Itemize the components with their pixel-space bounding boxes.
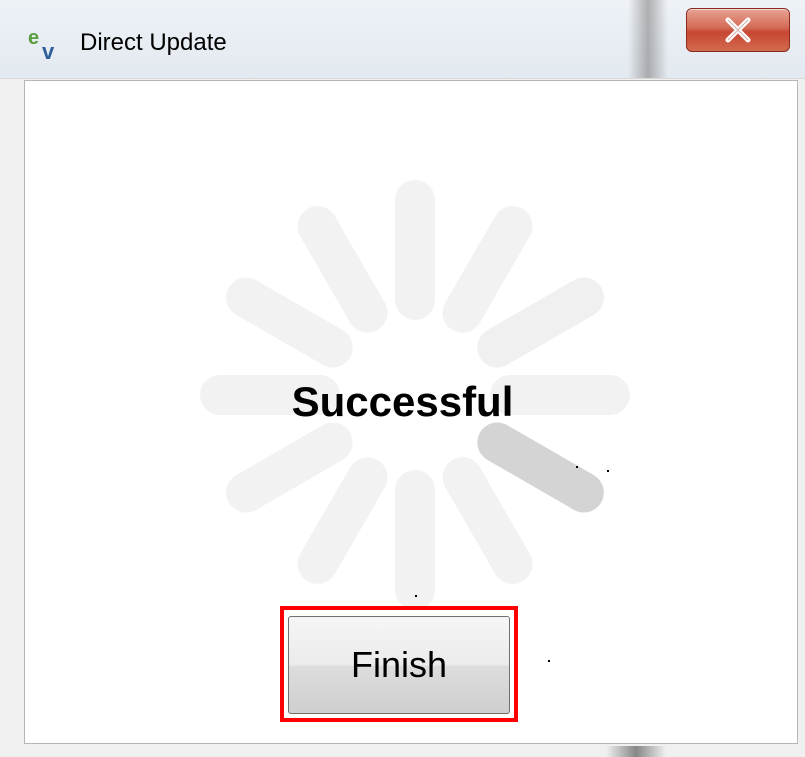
window-bottom-border: [0, 745, 805, 757]
artifact-dot: [576, 466, 578, 468]
finish-button[interactable]: Finish: [288, 616, 510, 714]
artifact-dot: [415, 595, 417, 597]
direct-update-window: e v Direct Update Successful Finish: [0, 0, 805, 757]
window-title: Direct Update: [80, 29, 227, 56]
svg-text:v: v: [42, 39, 55, 62]
bottom-shadow: [606, 746, 666, 757]
ev-logo-icon: e v: [28, 27, 55, 62]
title-bar[interactable]: e v Direct Update: [0, 0, 805, 79]
status-message: Successful: [291, 378, 514, 425]
title-shadow: [628, 0, 668, 78]
artifact-dot: [548, 660, 550, 662]
svg-text:e: e: [28, 27, 39, 49]
close-icon: [725, 17, 751, 43]
close-button[interactable]: [686, 8, 790, 52]
artifact-dot: [607, 470, 609, 472]
